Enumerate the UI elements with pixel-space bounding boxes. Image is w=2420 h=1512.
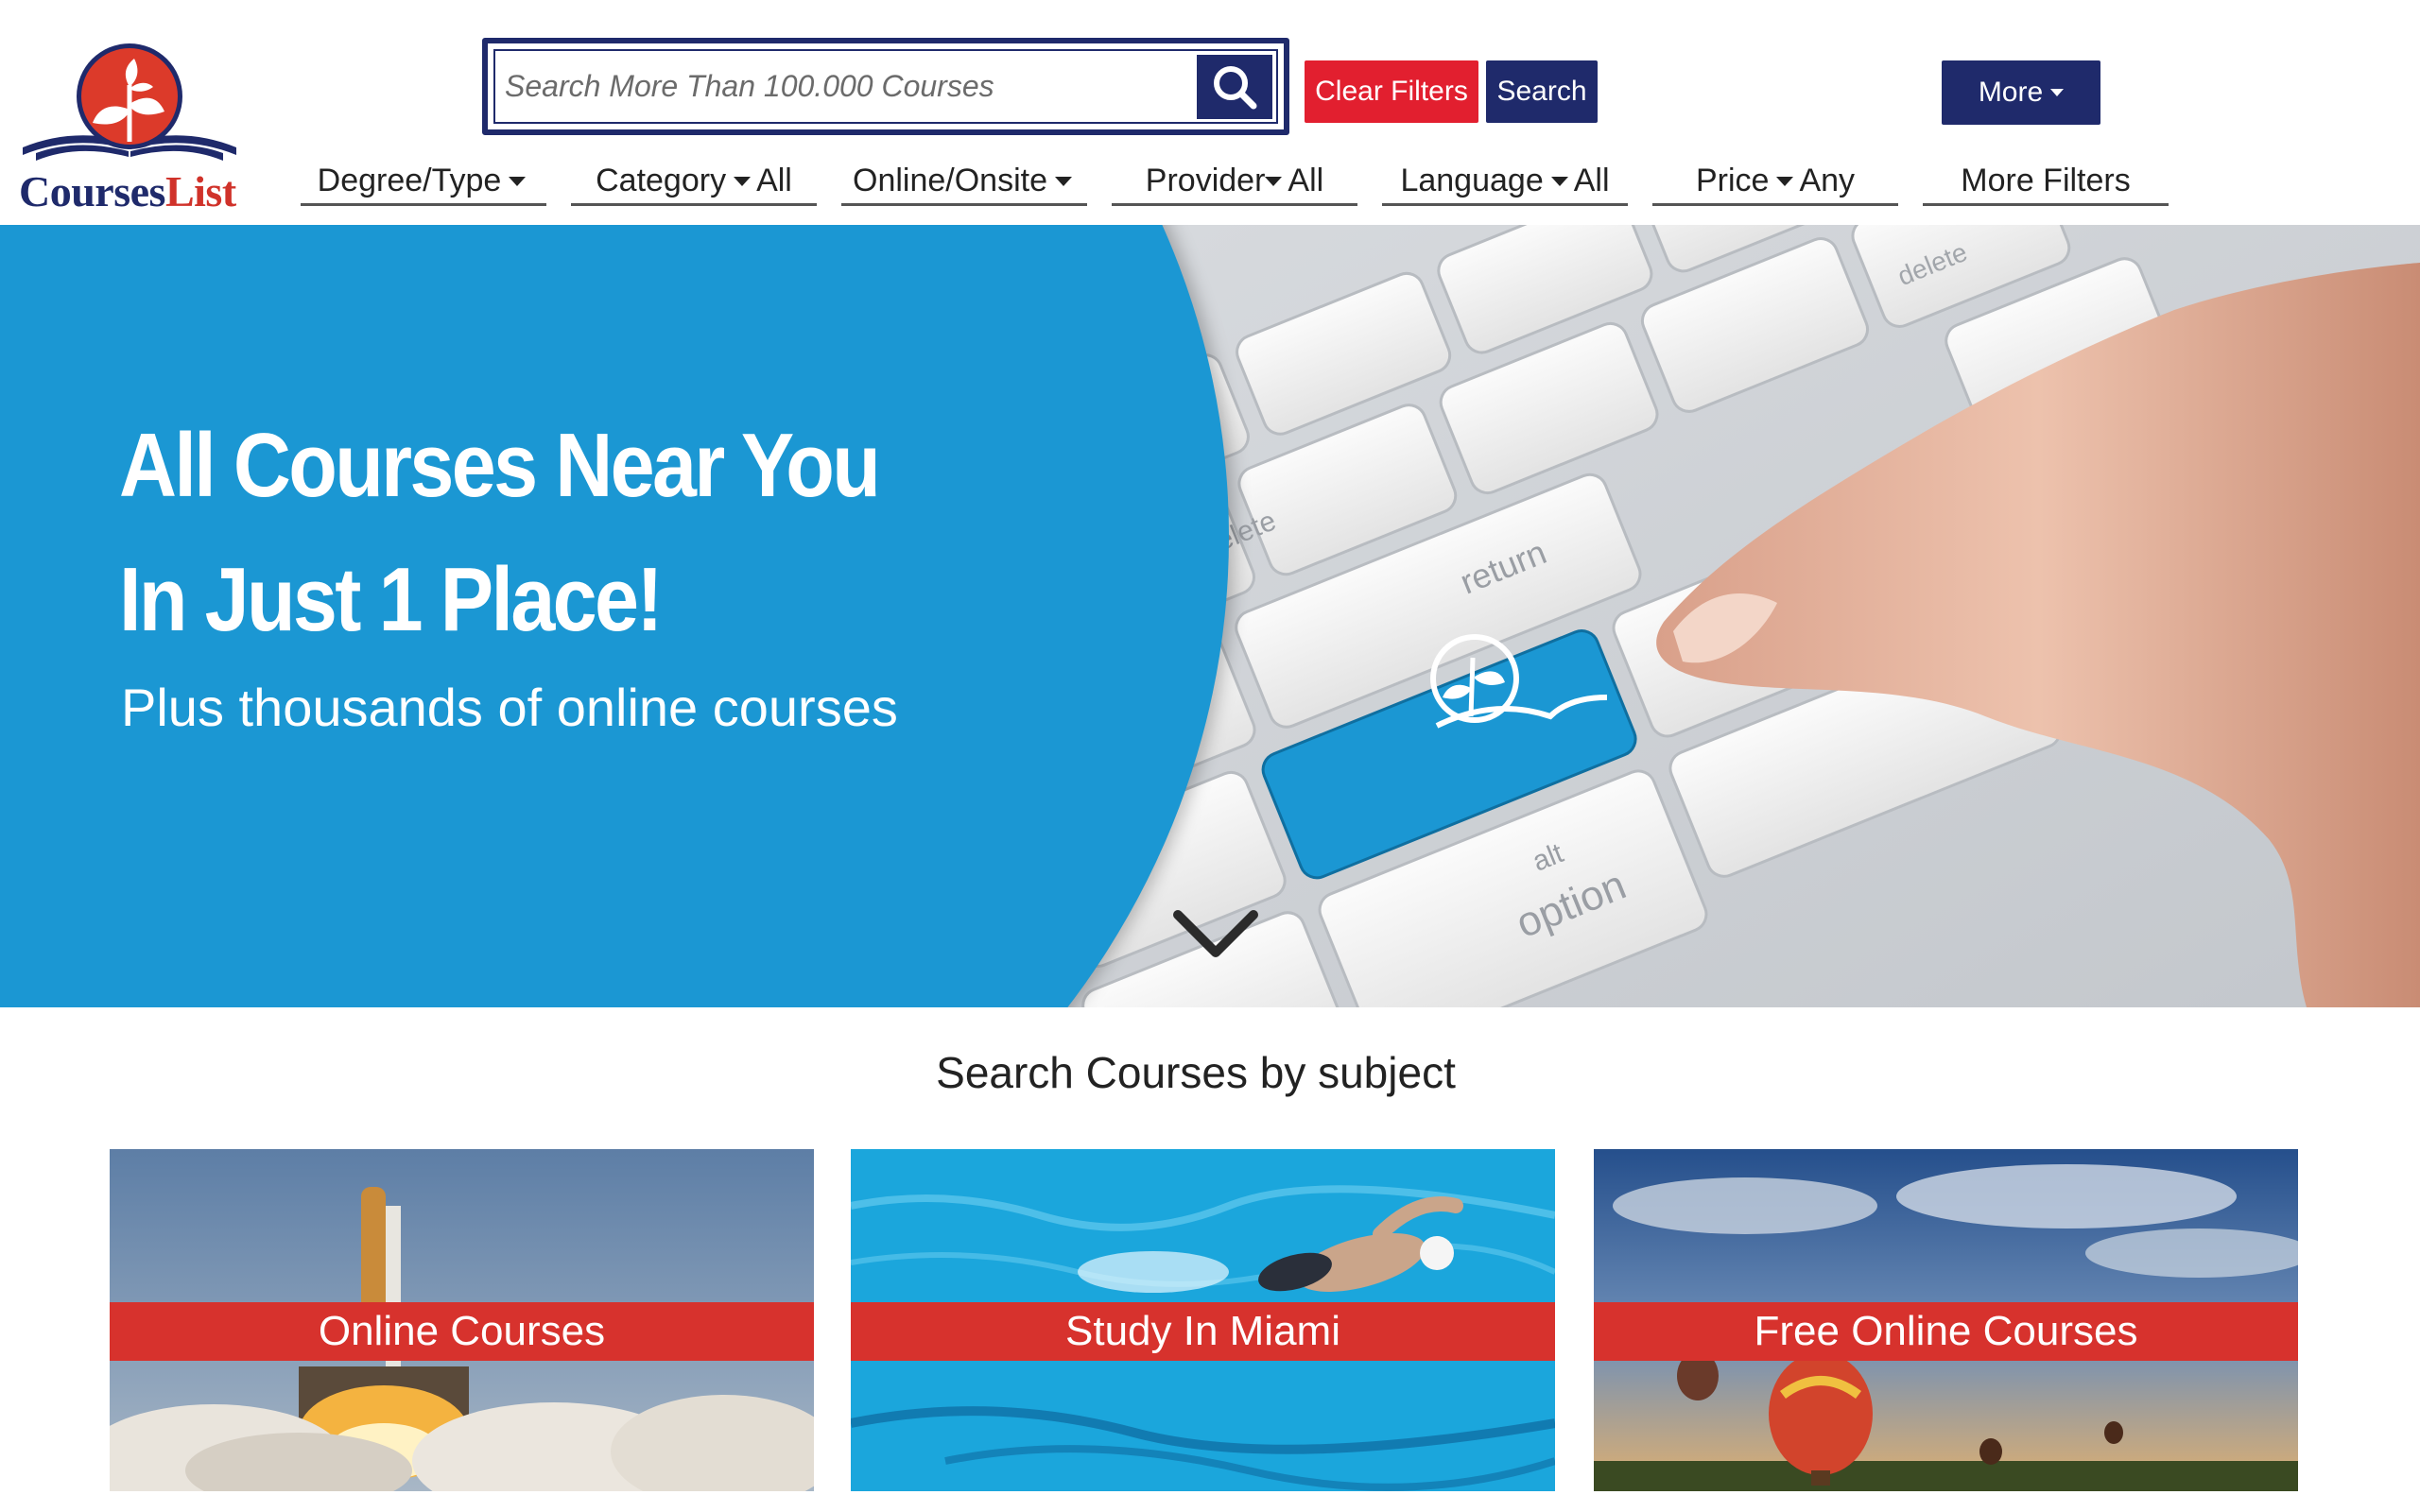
subject-card-label: Free Online Courses: [1594, 1302, 2298, 1361]
caret-down-icon: [734, 176, 752, 186]
logo-emblem-icon: [23, 43, 236, 161]
filter-label: More Filters: [1961, 163, 2131, 198]
filter-value: All: [1288, 163, 1324, 198]
hero-title-line2: In Just 1 Place!: [119, 549, 663, 650]
caret-down-icon: [1776, 176, 1794, 186]
subjects-section-title: Search Courses by subject: [936, 1048, 1456, 1097]
caret-down-icon: [1265, 176, 1283, 186]
subject-card-study-in-miami[interactable]: Study In Miami: [851, 1149, 1555, 1491]
search-bar: [482, 38, 1289, 135]
filter-label: Price: [1695, 163, 1770, 198]
search-input[interactable]: [505, 57, 1195, 115]
subject-card-online-courses[interactable]: Online Courses: [110, 1149, 814, 1491]
search-submit-button[interactable]: [1197, 55, 1272, 119]
search-button[interactable]: Search: [1486, 60, 1598, 123]
scroll-down-chevron-icon[interactable]: [1170, 905, 1261, 962]
more-menu-button[interactable]: More: [1942, 60, 2100, 125]
caret-down-icon: [1550, 176, 1568, 186]
caret-down-icon: [2050, 89, 2065, 96]
filter-value: Any: [1799, 163, 1856, 198]
subject-card-free-online-courses[interactable]: Free Online Courses: [1594, 1149, 2298, 1491]
filter-provider[interactable]: Provider All: [1112, 159, 1357, 206]
filter-degree-type[interactable]: Degree/Type: [301, 159, 546, 206]
filter-category[interactable]: Category All: [571, 159, 817, 206]
clear-filters-button[interactable]: Clear Filters: [1305, 60, 1478, 123]
caret-down-icon: [509, 176, 527, 186]
filter-more-filters[interactable]: More Filters: [1923, 159, 2169, 206]
subject-card-label: Online Courses: [110, 1302, 814, 1361]
filter-price[interactable]: Price Any: [1652, 159, 1898, 206]
filter-online-onsite[interactable]: Online/Onsite: [841, 159, 1087, 206]
hero-title-line1: All Courses Near You: [119, 415, 881, 516]
hero-banner: delete return control option alt end del…: [0, 225, 2420, 1007]
filter-label: Degree/Type: [317, 163, 502, 198]
filter-bar: Degree/Type Category All Online/Onsite P…: [0, 159, 2420, 215]
site-header: CoursesList Clear Filters Search More De…: [0, 0, 2420, 225]
more-label: More: [1978, 77, 2044, 108]
search-icon: [1214, 66, 1257, 110]
filter-label: Category: [596, 163, 727, 198]
filter-value: All: [1573, 163, 1610, 198]
filter-label: Language: [1400, 163, 1544, 198]
filter-label: Provider: [1145, 163, 1266, 198]
hero-subtitle: Plus thousands of online courses: [121, 678, 898, 737]
subject-card-label: Study In Miami: [851, 1302, 1555, 1361]
filter-language[interactable]: Language All: [1382, 159, 1628, 206]
caret-down-icon: [1055, 176, 1072, 186]
filter-value: All: [756, 163, 792, 198]
filter-label: Online/Onsite: [853, 163, 1047, 198]
subject-cards: Online Courses Study In Miami Free Onlin…: [0, 1149, 2420, 1512]
